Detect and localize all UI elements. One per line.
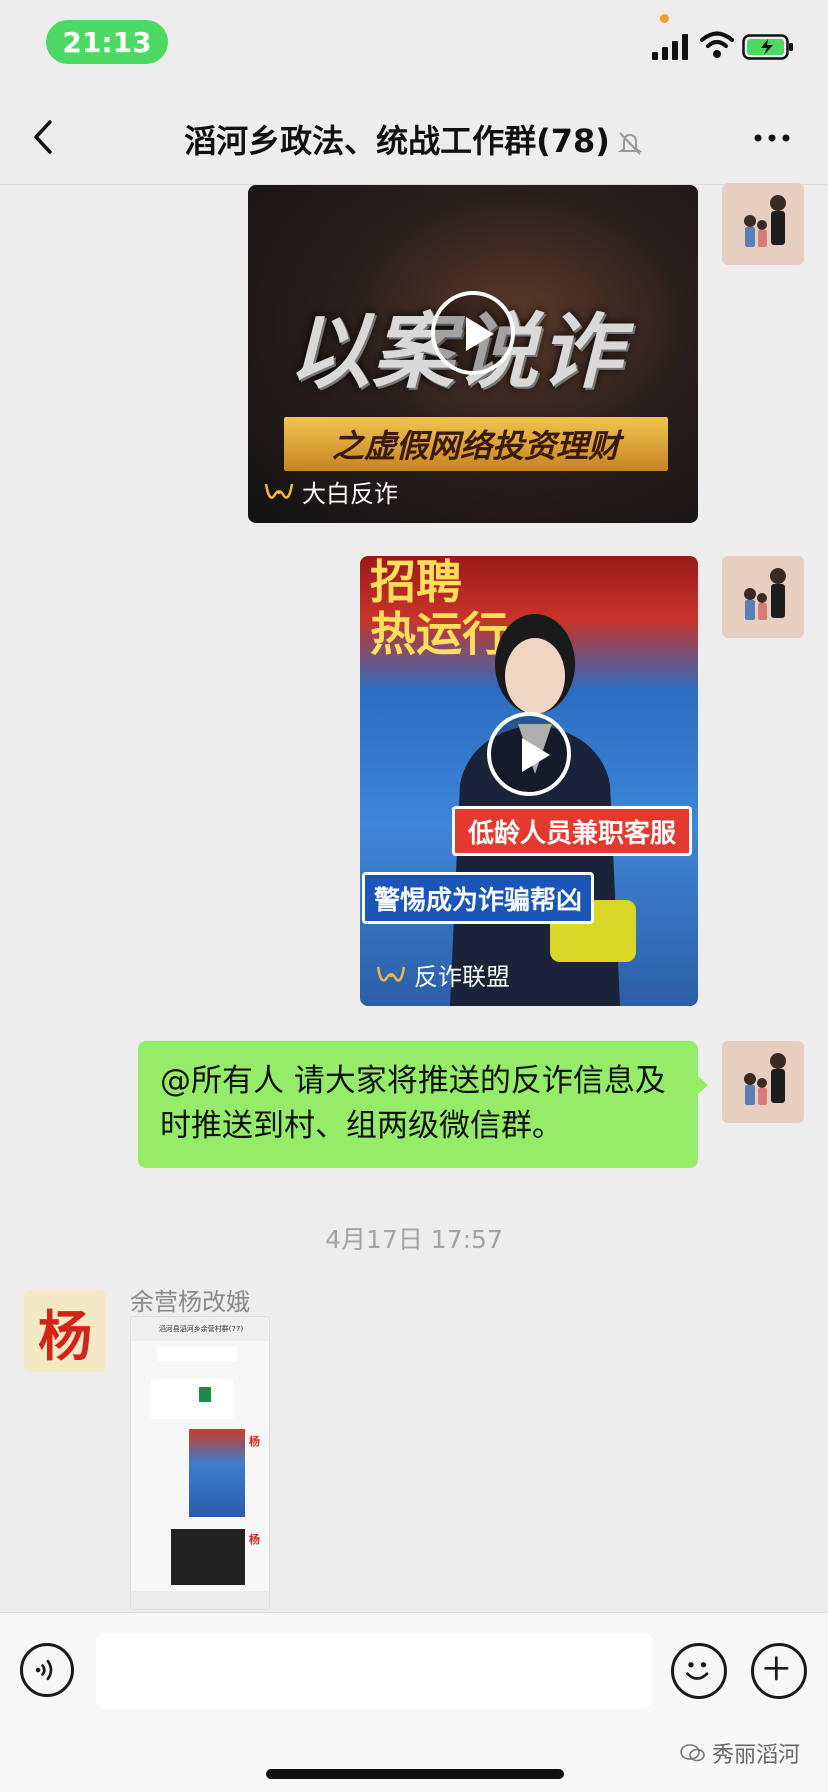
video-message[interactable]: 招聘 热运行 低龄人员兼职客服 警惕成为诈骗帮凶 反诈联盟 bbox=[360, 556, 698, 1006]
wechat-icon bbox=[680, 1744, 705, 1762]
privacy-indicator bbox=[660, 14, 669, 23]
video-banner-blue: 警惕成为诈骗帮凶 bbox=[362, 872, 594, 924]
family-avatar-icon bbox=[744, 568, 786, 620]
avatar[interactable]: 杨 bbox=[24, 1290, 106, 1372]
avatar[interactable] bbox=[722, 556, 804, 638]
wifi-icon bbox=[700, 31, 734, 58]
thumb-video bbox=[171, 1529, 245, 1585]
thumb-file-card bbox=[151, 1379, 233, 1419]
plus-icon[interactable] bbox=[751, 1643, 807, 1699]
video-cover-subtitle: 之虚假网络投资理财 bbox=[284, 417, 668, 471]
play-icon[interactable] bbox=[487, 712, 571, 796]
watermark: 秀丽滔河 bbox=[680, 1737, 800, 1769]
channels-icon bbox=[264, 483, 294, 499]
ellipsis-icon[interactable] bbox=[748, 118, 796, 158]
thumb-video bbox=[189, 1429, 245, 1517]
status-time: 21:13 bbox=[46, 20, 168, 64]
bell-slash-icon bbox=[617, 132, 643, 155]
avatar[interactable] bbox=[722, 183, 804, 265]
video-source[interactable]: 反诈联盟 bbox=[376, 957, 510, 992]
image-message[interactable]: 滔河县滔河乡余营村群(77) 杨 杨 bbox=[130, 1316, 270, 1610]
message-input[interactable] bbox=[96, 1633, 652, 1709]
nav-bar: 滔河乡政法、统战工作群(78) bbox=[0, 90, 828, 185]
status-bar: 21:13 bbox=[0, 0, 828, 90]
video-source[interactable]: 大白反诈 bbox=[264, 474, 398, 509]
signal-icon bbox=[652, 34, 688, 60]
thumb-text-line bbox=[157, 1347, 237, 1361]
video-source-name: 大白反诈 bbox=[302, 480, 398, 508]
video-banner-red: 低龄人员兼职客服 bbox=[452, 806, 692, 856]
home-indicator bbox=[266, 1769, 564, 1779]
voice-icon[interactable] bbox=[20, 1643, 74, 1697]
excel-file-icon bbox=[199, 1387, 211, 1402]
play-icon[interactable] bbox=[431, 291, 515, 375]
channels-icon bbox=[376, 966, 406, 982]
text-message-bubble[interactable]: @所有人 请大家将推送的反诈信息及时推送到村、组两级微信群。 bbox=[138, 1041, 708, 1168]
family-avatar-icon bbox=[744, 195, 786, 247]
watermark-text: 秀丽滔河 bbox=[712, 1743, 801, 1768]
thumb-footer bbox=[131, 1591, 269, 1609]
input-bar: 秀丽滔河 bbox=[0, 1612, 828, 1792]
smile-icon[interactable] bbox=[671, 1643, 727, 1699]
thumb-avatar-tag: 杨 bbox=[249, 1435, 260, 1448]
chat-title: 滔河乡政法、统战工作群(78) bbox=[100, 116, 728, 162]
video-source-name: 反诈联盟 bbox=[414, 963, 510, 991]
battery-icon bbox=[742, 34, 793, 60]
thumb-header: 滔河县滔河乡余营村群(77) bbox=[131, 1317, 269, 1341]
family-avatar-icon bbox=[744, 1053, 786, 1105]
thumb-avatar-tag: 杨 bbox=[249, 1533, 260, 1546]
chat-title-text: 滔河乡政法、统战工作群(78) bbox=[184, 122, 610, 160]
message-timestamp: 4月17日 17:57 bbox=[325, 1225, 503, 1254]
sender-name: 余营杨改娥 bbox=[130, 1288, 250, 1316]
chevron-left-icon[interactable] bbox=[24, 112, 64, 162]
video-message[interactable]: 以案说诈 之虚假网络投资理财 大白反诈 bbox=[248, 185, 698, 523]
avatar[interactable] bbox=[722, 1041, 804, 1123]
